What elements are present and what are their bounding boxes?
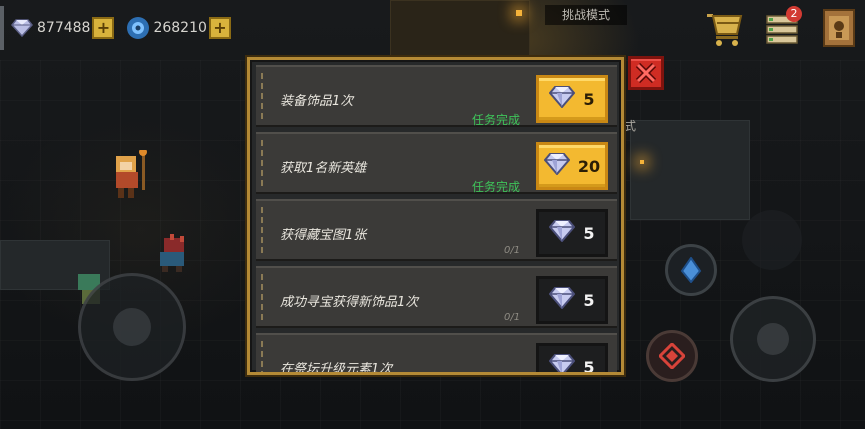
- attack-joystick-knob[interactable]: [757, 323, 789, 355]
- joystick-knob[interactable]: [113, 308, 151, 346]
- water-drop-icon: [680, 257, 702, 283]
- task-title: 在祭坛升级元素1次: [280, 362, 393, 375]
- close-icon: [635, 62, 657, 84]
- task-title: 获取1名新英雄: [280, 161, 367, 176]
- skill-button-fire[interactable]: [646, 330, 698, 382]
- gems-counter: 877488 +: [10, 16, 115, 40]
- hero-character: [108, 148, 152, 206]
- torch-light: [516, 10, 522, 16]
- diamond-icon: [10, 16, 34, 40]
- energy-counter: 268210 +: [126, 16, 231, 40]
- gems-value: 877488: [37, 20, 91, 36]
- task-row: 获得藏宝图1张 0/1 5: [256, 199, 617, 261]
- task-row: 获取1名新英雄任务完成 20: [256, 132, 617, 194]
- claim-reward-button[interactable]: 5: [536, 75, 608, 123]
- task-list: 装备饰品1次 任务完成 5 获取1名新英雄 任务完成 20 获得藏宝图1张 0/1 5 成功寻宝获…: [256, 65, 617, 375]
- skill-button-water[interactable]: [665, 244, 717, 296]
- task-row: 装备饰品1次任务完成 5: [256, 65, 617, 127]
- add-energy-button[interactable]: +: [208, 17, 231, 39]
- diamond-icon: [543, 153, 571, 176]
- reward-amount: 5: [583, 89, 595, 109]
- task-status: 任务完成: [472, 113, 521, 127]
- fire-rune-icon: [659, 343, 685, 369]
- task-progress: 0/1: [504, 245, 521, 256]
- reward-amount: 5: [583, 357, 595, 375]
- diamond-icon: [549, 86, 576, 109]
- diamond-icon: [549, 354, 576, 372]
- daily-task-modal: 装备饰品1次 任务完成 5 获取1名新英雄 任务完成 20 获得藏宝图1张 0/1 5 成功寻宝获…: [247, 57, 624, 375]
- task-title: 装备饰品1次: [280, 94, 354, 109]
- reward-amount: 20: [577, 156, 601, 176]
- notification-badge: 2: [786, 6, 802, 22]
- companion-character: [156, 234, 192, 278]
- skill-slot-empty[interactable]: [742, 210, 802, 270]
- torch-light: [640, 160, 644, 164]
- mode-label: 挑战模式: [545, 5, 627, 25]
- diamond-icon: [549, 220, 576, 243]
- attack-joystick[interactable]: [730, 296, 816, 382]
- diamond-icon: [549, 287, 576, 313]
- reward-amount: 5: [583, 290, 595, 310]
- diamond-icon: [549, 86, 576, 112]
- close-button[interactable]: [628, 56, 664, 90]
- reward-display: 5: [536, 343, 608, 375]
- hud-divider: [0, 6, 4, 50]
- diamond-icon: [543, 153, 571, 179]
- task-status: 任务完成: [472, 180, 521, 194]
- add-gems-button[interactable]: +: [92, 17, 115, 39]
- book-icon[interactable]: [820, 8, 858, 48]
- diamond-icon: [549, 220, 576, 246]
- reward-display: 5: [536, 209, 608, 257]
- task-title: 获得藏宝图1张: [280, 228, 367, 243]
- diamond-icon: [549, 287, 576, 310]
- energy-value: 268210: [153, 20, 207, 36]
- task-row: 在祭坛升级元素1次 5: [256, 333, 617, 375]
- task-progress: 0/1: [504, 312, 521, 323]
- claim-reward-button[interactable]: 20: [536, 142, 608, 190]
- diamond-icon: [549, 354, 576, 372]
- reward-display: 5: [536, 276, 608, 324]
- shop-cart-icon[interactable]: [705, 10, 745, 48]
- gear-gem-icon: [126, 16, 150, 40]
- task-title: 成功寻宝获得新饰品1次: [280, 295, 419, 310]
- wall-block: [390, 0, 530, 56]
- wall-block: [630, 120, 750, 220]
- reward-amount: 5: [583, 223, 595, 243]
- movement-joystick[interactable]: [78, 273, 186, 381]
- task-row: 成功寻宝获得新饰品1次 0/1 5: [256, 266, 617, 328]
- currency-bar: 877488 + 268210 +: [0, 6, 235, 50]
